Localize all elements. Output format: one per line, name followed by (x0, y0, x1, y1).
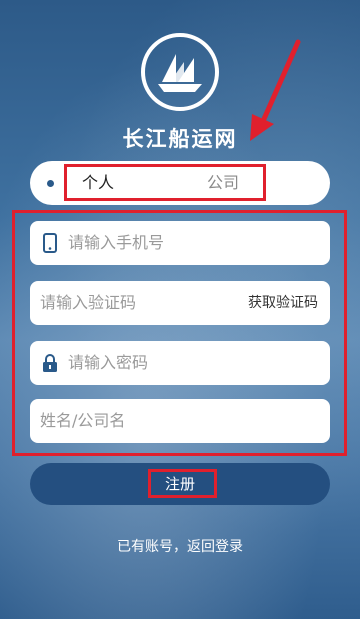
back-to-login-link[interactable]: 已有账号，返回登录 (0, 536, 360, 556)
code-placeholder: 请输入验证码 (40, 293, 137, 312)
arrow-annotation-icon (250, 39, 301, 141)
name-field[interactable]: 姓名/公司名 (30, 399, 330, 443)
logo-ship-icon (141, 33, 219, 111)
password-field[interactable]: 请输入密码 (30, 341, 330, 385)
tab-company[interactable]: 公司 (207, 173, 239, 193)
get-code-button[interactable]: 获取验证码 (248, 293, 318, 313)
phone-placeholder: 请输入手机号 (68, 233, 165, 252)
phone-field[interactable]: 请输入手机号 (30, 221, 330, 265)
tab-indicator-dot (47, 180, 54, 187)
verification-code-field[interactable]: 请输入验证码 获取验证码 (30, 281, 330, 325)
tab-personal[interactable]: 个人 (82, 173, 114, 193)
name-placeholder: 姓名/公司名 (40, 411, 126, 430)
lock-icon (43, 354, 57, 372)
register-highlight-box (148, 469, 217, 498)
password-placeholder: 请输入密码 (68, 353, 149, 372)
phone-icon (43, 233, 57, 253)
